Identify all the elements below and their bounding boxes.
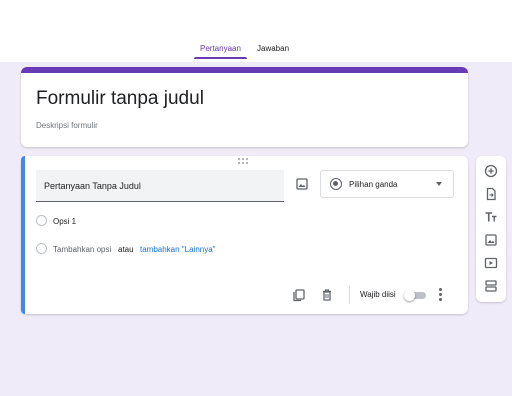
active-tab-indicator <box>194 57 247 59</box>
form-title[interactable]: Formulir tanpa judul <box>36 88 204 110</box>
trash-icon[interactable] <box>319 287 335 303</box>
option-radio <box>36 215 47 226</box>
more-vert-icon[interactable] <box>437 288 443 302</box>
side-toolbar <box>476 156 506 302</box>
form-description-field[interactable]: Deskripsi formulir <box>36 121 98 130</box>
header-color-band <box>21 67 468 73</box>
question-type-label: Pilihan ganda <box>349 180 398 189</box>
tab-questions[interactable]: Pertanyaan <box>200 44 241 53</box>
dropdown-arrow-icon <box>436 182 442 186</box>
add-video-icon[interactable] <box>483 255 499 271</box>
add-other-link[interactable]: tambahkan "Lainnya" <box>140 245 216 254</box>
required-label: Wajib diisi <box>360 290 396 299</box>
option-1-label[interactable]: Opsi 1 <box>53 217 76 226</box>
radio-button-icon <box>330 178 342 190</box>
add-image-icon[interactable] <box>483 232 499 248</box>
divider <box>349 286 350 304</box>
question-title-input[interactable]: Pertanyaan Tanpa Judul <box>36 170 284 202</box>
copy-icon[interactable] <box>291 287 307 303</box>
add-option-button[interactable]: Tambahkan opsi <box>53 245 111 254</box>
add-section-icon[interactable] <box>483 278 499 294</box>
tab-responses[interactable]: Jawaban <box>257 44 289 53</box>
required-toggle[interactable] <box>404 290 426 301</box>
form-header-card: Formulir tanpa judul Deskripsi formulir <box>21 67 468 147</box>
top-bar: Pertanyaan Jawaban <box>0 0 512 62</box>
image-icon[interactable] <box>293 175 311 193</box>
add-title-icon[interactable] <box>483 209 499 225</box>
or-label: atau <box>118 245 134 254</box>
add-option-radio <box>36 243 47 254</box>
import-questions-icon[interactable] <box>483 186 499 202</box>
question-title-text: Pertanyaan Tanpa Judul <box>44 181 141 191</box>
add-question-icon[interactable] <box>483 163 499 179</box>
drag-handle-icon[interactable] <box>238 158 250 164</box>
question-type-dropdown[interactable]: Pilihan ganda <box>320 170 454 198</box>
active-question-accent <box>21 156 25 314</box>
